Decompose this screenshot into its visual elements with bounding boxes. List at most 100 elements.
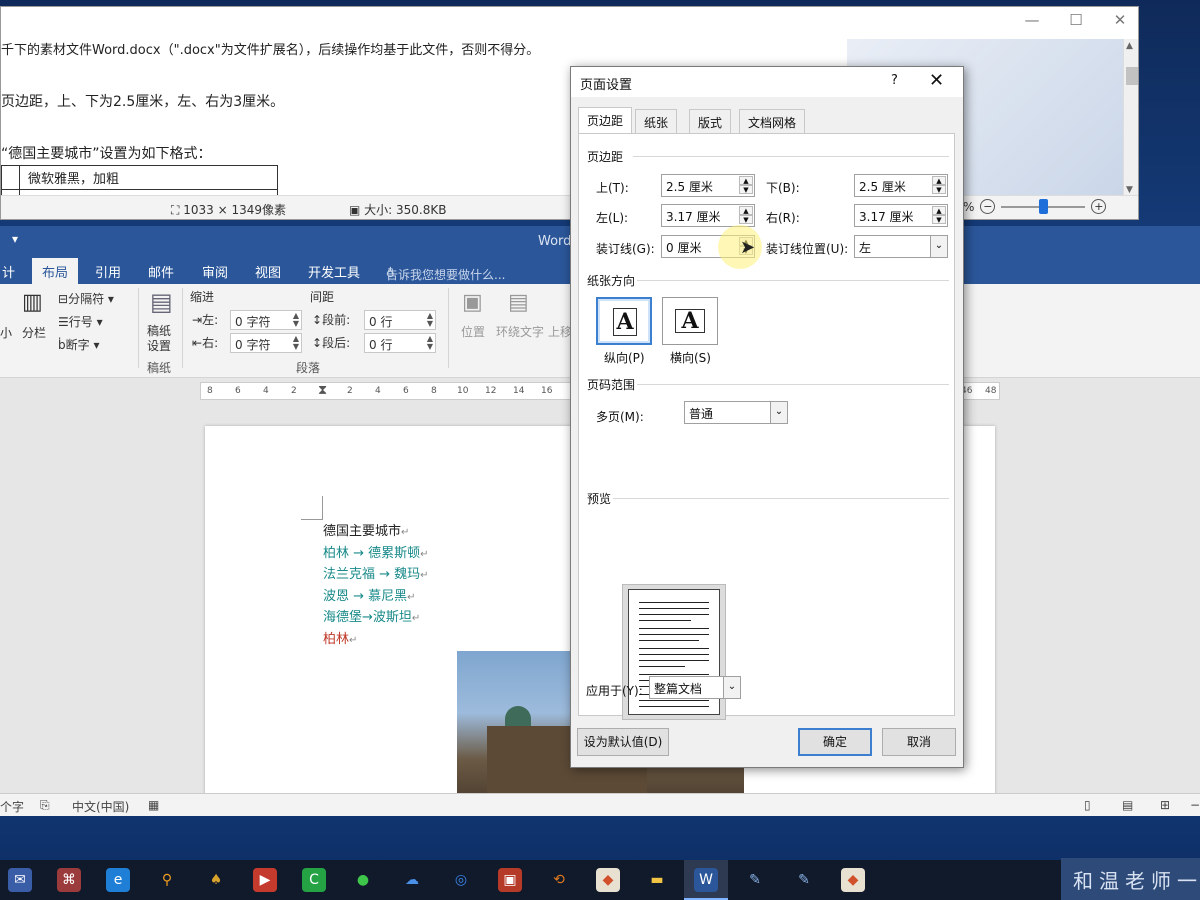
right-margin-input[interactable]: 3.17 厘米 ▲ ▼ bbox=[854, 204, 948, 227]
columns-button[interactable]: 分栏 bbox=[22, 324, 46, 341]
zoom-in-button[interactable]: + bbox=[1091, 199, 1107, 214]
web-layout-icon[interactable]: ⊞ bbox=[1160, 798, 1170, 812]
draft-paper-icon[interactable]: ▤ bbox=[150, 288, 173, 316]
line-numbers-button[interactable]: ☰行号 ▾ bbox=[58, 313, 103, 330]
bottom-margin-input[interactable]: 2.5 厘米 ▲ ▼ bbox=[854, 174, 948, 197]
scrollbar-thumb[interactable] bbox=[1126, 67, 1138, 85]
tab-margins[interactable]: 页边距 bbox=[578, 107, 633, 135]
zoom-out-icon[interactable]: − bbox=[1190, 798, 1200, 812]
tab-document-grid[interactable]: 文档网格 bbox=[739, 109, 806, 133]
sync-icon[interactable]: ⟲ bbox=[547, 868, 571, 892]
spinner-icon[interactable]: ▲ ▼ bbox=[427, 312, 433, 328]
scroll-down-icon[interactable]: ▼ bbox=[1126, 185, 1133, 195]
tab-paper[interactable]: 纸张 bbox=[635, 109, 678, 133]
bottom-margin-spinner[interactable]: ▲ ▼ bbox=[932, 176, 946, 195]
zoom-out-button[interactable]: − bbox=[980, 199, 996, 214]
draft-paper-button-line2[interactable]: 设置 bbox=[147, 337, 171, 354]
multiple-pages-select[interactable]: 普通 ⌄ bbox=[684, 401, 788, 424]
app-icon[interactable]: ⌘ bbox=[57, 868, 81, 892]
hyphenation-button[interactable]: ḃ断字 ▾ bbox=[58, 336, 99, 353]
apply-to-select[interactable]: 整篇文档 ⌄ bbox=[649, 676, 741, 699]
left-margin-input[interactable]: 3.17 厘米 ▲ ▼ bbox=[661, 204, 755, 227]
space-before-input[interactable]: 0 行 ▲ ▼ bbox=[364, 310, 436, 330]
paint-icon[interactable]: ✎ bbox=[792, 868, 816, 892]
read-mode-icon[interactable]: ▯ bbox=[1084, 798, 1091, 812]
spin-down-icon[interactable]: ▼ bbox=[932, 185, 946, 194]
space-after-input[interactable]: 0 行 ▲ ▼ bbox=[364, 333, 436, 353]
zoom-slider[interactable] bbox=[1001, 198, 1086, 214]
bring-forward-button[interactable]: 上移 bbox=[548, 323, 572, 340]
doc-line[interactable]: 柏林↵ bbox=[323, 630, 429, 652]
search-icon[interactable]: ⚲ bbox=[155, 868, 179, 892]
tab-review[interactable]: 审阅 bbox=[202, 262, 228, 281]
position-icon[interactable]: ▣ bbox=[462, 290, 483, 315]
print-layout-icon[interactable]: ▤ bbox=[1122, 798, 1133, 812]
presentation-icon[interactable]: ▶ bbox=[253, 868, 277, 892]
chevron-down-icon[interactable]: ⌄ bbox=[770, 402, 787, 423]
word-count[interactable]: 个字 bbox=[0, 798, 24, 815]
cancel-button[interactable]: 取消 bbox=[882, 728, 956, 756]
minimize-icon[interactable]: — bbox=[1022, 11, 1042, 29]
position-button[interactable]: 位置 bbox=[461, 323, 485, 340]
maximize-icon[interactable]: ☐ bbox=[1066, 11, 1086, 29]
image-app-icon[interactable]: ◆ bbox=[596, 868, 620, 892]
indent-marker-icon[interactable]: ⧗ bbox=[318, 383, 327, 398]
spin-up-icon[interactable]: ▲ bbox=[932, 176, 946, 185]
language-indicator[interactable]: 中文(中国) bbox=[72, 798, 129, 815]
quick-access-dropdown-icon[interactable]: ▾ bbox=[12, 232, 18, 246]
tab-design[interactable]: 计 bbox=[2, 262, 15, 281]
doc-line[interactable]: 柏林 → 德累斯顿↵ bbox=[323, 544, 429, 566]
tab-mailings[interactable]: 邮件 bbox=[148, 262, 174, 281]
set-default-button[interactable]: 设为默认值(D) bbox=[577, 728, 669, 756]
breaks-button[interactable]: ⊟分隔符 ▾ bbox=[58, 290, 114, 307]
image-app-icon[interactable]: ◆ bbox=[841, 868, 865, 892]
zoom-slider-thumb[interactable] bbox=[1039, 198, 1049, 214]
doc-line[interactable]: 法兰克福 → 魏玛↵ bbox=[323, 565, 429, 587]
spinner-icon[interactable]: ▲ ▼ bbox=[427, 335, 433, 351]
doc-line[interactable]: 波恩 → 慕尼黑↵ bbox=[323, 587, 429, 609]
spin-down-icon[interactable]: ▼ bbox=[932, 215, 946, 224]
circle-app-icon[interactable]: ◎ bbox=[449, 868, 473, 892]
viewer-scrollbar[interactable]: ▲ ▼ bbox=[1123, 39, 1138, 199]
indent-left-input[interactable]: 0 字符 ▲ ▼ bbox=[230, 310, 302, 330]
left-margin-spinner[interactable]: ▲ ▼ bbox=[739, 206, 753, 225]
spin-down-icon[interactable]: ▼ bbox=[739, 185, 753, 194]
tab-view[interactable]: 视图 bbox=[255, 262, 281, 281]
tab-layout[interactable]: 布局 bbox=[32, 258, 79, 284]
gutter-position-select[interactable]: 左 ⌄ bbox=[854, 235, 948, 258]
spin-down-icon[interactable]: ▼ bbox=[739, 215, 753, 224]
spinner-icon[interactable]: ▲ ▼ bbox=[293, 312, 299, 328]
document-body[interactable]: 德国主要城市↵ 柏林 → 德累斯顿↵ 法兰克福 → 魏玛↵ 波恩 → 慕尼黑↵ … bbox=[323, 522, 429, 651]
right-margin-spinner[interactable]: ▲ ▼ bbox=[932, 206, 946, 225]
tab-references[interactable]: 引用 bbox=[95, 262, 121, 281]
spinner-icon[interactable]: ▲ ▼ bbox=[293, 335, 299, 351]
camtasia-icon[interactable]: C bbox=[302, 868, 326, 892]
landscape-button[interactable]: A bbox=[662, 297, 718, 345]
acorn-icon[interactable]: ♠ bbox=[204, 868, 228, 892]
top-margin-spinner[interactable]: ▲ ▼ bbox=[739, 176, 753, 195]
wrap-text-icon[interactable]: ▤ bbox=[508, 290, 529, 315]
indent-right-input[interactable]: 0 字符 ▲ ▼ bbox=[230, 333, 302, 353]
columns-icon[interactable]: ▥ bbox=[22, 290, 43, 315]
slides-icon[interactable]: ▣ bbox=[498, 868, 522, 892]
doc-heading[interactable]: 德国主要城市↵ bbox=[323, 522, 429, 544]
folder-icon[interactable]: ▬ bbox=[645, 868, 669, 892]
portrait-button[interactable]: A bbox=[596, 297, 652, 345]
cloud-icon[interactable]: ☁ bbox=[400, 868, 424, 892]
proofing-icon[interactable]: ⎘ bbox=[40, 798, 50, 813]
help-button[interactable]: ? bbox=[891, 73, 898, 88]
chevron-down-icon[interactable]: ⌄ bbox=[723, 677, 740, 698]
size-button[interactable]: 小 bbox=[0, 324, 12, 341]
spin-up-icon[interactable]: ▲ bbox=[739, 206, 753, 215]
ok-button[interactable]: 确定 bbox=[798, 728, 872, 756]
mail-icon[interactable]: ✉ bbox=[8, 868, 32, 892]
wrap-text-button[interactable]: 环绕文字 bbox=[496, 323, 544, 340]
dialog-close-button[interactable]: ✕ bbox=[929, 70, 944, 91]
edge-browser-icon[interactable]: e bbox=[106, 868, 130, 892]
paint-icon[interactable]: ✎ bbox=[743, 868, 767, 892]
wechat-icon[interactable]: ● bbox=[351, 868, 375, 892]
close-icon[interactable]: ✕ bbox=[1110, 11, 1130, 29]
spin-up-icon[interactable]: ▲ bbox=[739, 176, 753, 185]
spin-up-icon[interactable]: ▲ bbox=[932, 206, 946, 215]
tab-layout[interactable]: 版式 bbox=[689, 109, 732, 133]
